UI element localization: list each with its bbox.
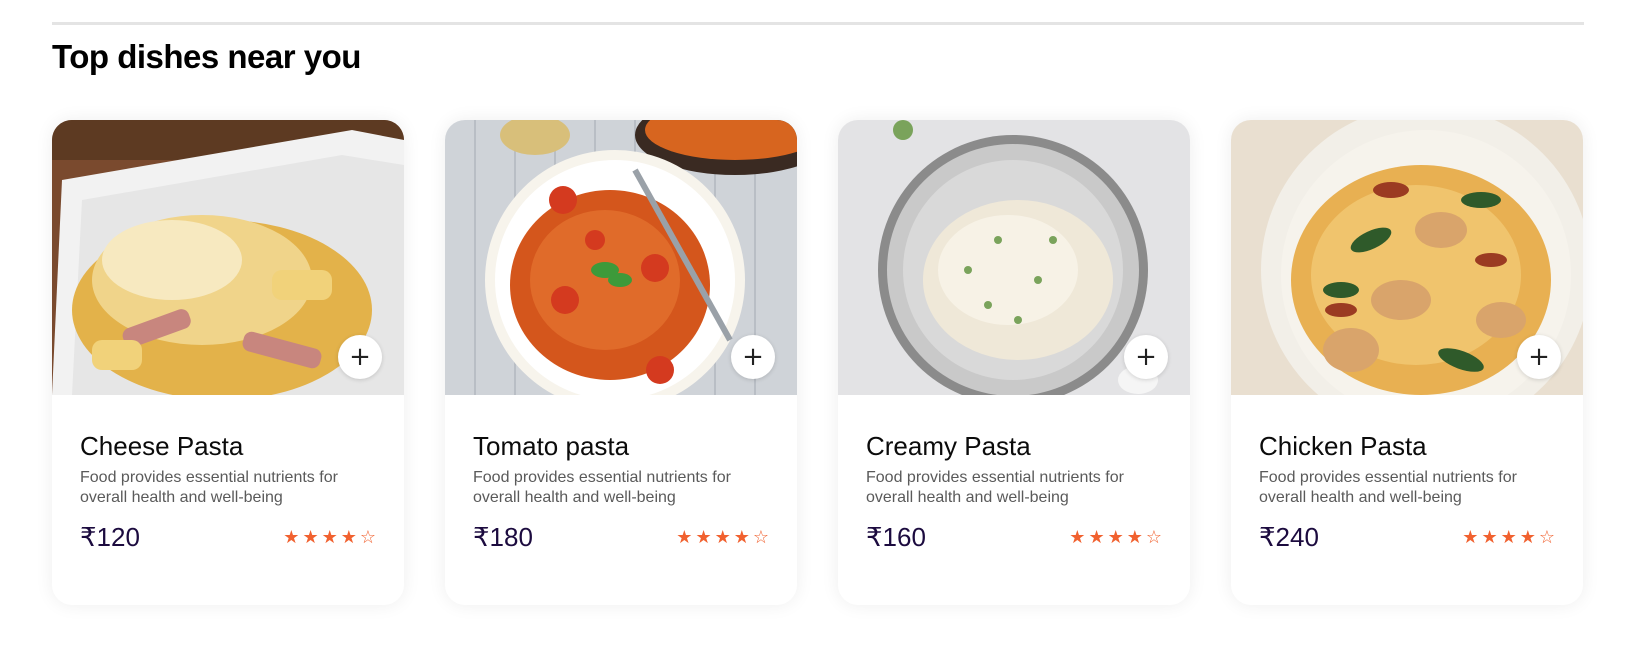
add-to-cart-button[interactable]: +: [338, 335, 382, 379]
add-to-cart-button[interactable]: +: [1517, 335, 1561, 379]
star-filled-icon: ★: [714, 527, 731, 548]
star-filled-icon: ★: [1519, 527, 1536, 548]
star-empty-icon: ☆: [752, 527, 769, 548]
rating-stars: ★ ★ ★ ★ ☆: [1069, 527, 1162, 548]
rating-stars: ★ ★ ★ ★ ☆: [676, 527, 769, 548]
star-empty-icon: ☆: [1538, 527, 1555, 548]
dish-image: +: [838, 120, 1190, 395]
dish-card[interactable]: + Creamy Pasta Food provides essential n…: [838, 120, 1190, 605]
star-filled-icon: ★: [695, 527, 712, 548]
star-filled-icon: ★: [1107, 527, 1124, 548]
dish-name: Cheese Pasta: [80, 431, 244, 461]
rating-stars: ★ ★ ★ ★ ☆: [283, 527, 376, 548]
star-empty-icon: ☆: [359, 527, 376, 548]
plus-icon: +: [1135, 342, 1157, 372]
dish-card[interactable]: + Chicken Pasta Food provides essential …: [1231, 120, 1583, 605]
dish-price: ₹180: [473, 522, 533, 552]
dish-card[interactable]: + Cheese Pasta Food provides essential n…: [52, 120, 404, 605]
section-title: Top dishes near you: [52, 38, 361, 75]
top-dishes-section: Top dishes near you + Cheese Pasta Food …: [0, 0, 1635, 646]
dish-price: ₹240: [1259, 522, 1319, 552]
dish-name: Chicken Pasta: [1259, 431, 1427, 461]
star-filled-icon: ★: [1126, 527, 1143, 548]
star-filled-icon: ★: [1481, 527, 1498, 548]
star-filled-icon: ★: [302, 527, 319, 548]
star-filled-icon: ★: [321, 527, 338, 548]
add-to-cart-button[interactable]: +: [1124, 335, 1168, 379]
dish-grid: + Cheese Pasta Food provides essential n…: [52, 120, 1583, 605]
dish-image: +: [1231, 120, 1583, 395]
star-filled-icon: ★: [1462, 527, 1479, 548]
plus-icon: +: [1528, 342, 1550, 372]
dish-price: ₹160: [866, 522, 926, 552]
star-filled-icon: ★: [340, 527, 357, 548]
star-filled-icon: ★: [676, 527, 693, 548]
dish-image: +: [52, 120, 404, 395]
dish-description: Food provides essential nutrients for ov…: [473, 469, 731, 506]
star-empty-icon: ☆: [1145, 527, 1162, 548]
dish-description: Food provides essential nutrients for ov…: [1259, 469, 1517, 506]
dish-name: Tomato pasta: [473, 431, 630, 461]
star-filled-icon: ★: [1088, 527, 1105, 548]
rating-stars: ★ ★ ★ ★ ☆: [1462, 527, 1555, 548]
dish-name: Creamy Pasta: [866, 431, 1031, 461]
dish-price: ₹120: [80, 522, 140, 552]
dish-description: Food provides essential nutrients for ov…: [80, 469, 338, 506]
plus-icon: +: [349, 342, 371, 372]
plus-icon: +: [742, 342, 764, 372]
add-to-cart-button[interactable]: +: [731, 335, 775, 379]
section-divider: [52, 22, 1584, 25]
star-filled-icon: ★: [733, 527, 750, 548]
star-filled-icon: ★: [1500, 527, 1517, 548]
dish-image: +: [445, 120, 797, 395]
star-filled-icon: ★: [1069, 527, 1086, 548]
dish-description: Food provides essential nutrients for ov…: [866, 469, 1124, 506]
star-filled-icon: ★: [283, 527, 300, 548]
dish-card[interactable]: + Tomato pasta Food provides essential n…: [445, 120, 797, 605]
